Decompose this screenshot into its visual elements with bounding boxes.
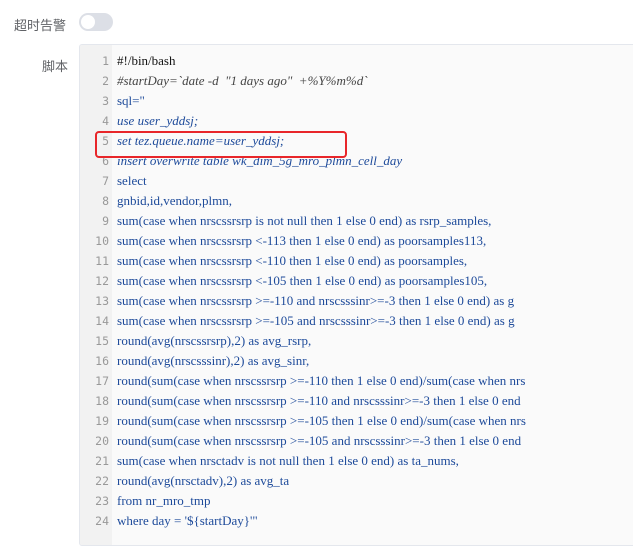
code-text: select — [117, 173, 147, 188]
line-number: 2 — [102, 74, 109, 88]
code-text: round(sum(case when nrscssrsrp >=-110 th… — [117, 373, 526, 388]
line-number: 6 — [102, 154, 109, 168]
code-text: #!/bin/bash — [117, 53, 176, 68]
line-number: 10 — [95, 234, 109, 248]
code-text: use user_yddsj; — [117, 113, 199, 128]
code-line: 21 sum(case when nrsctadv is not null the… — [80, 451, 633, 471]
alarm-label: 超时告警 — [14, 18, 67, 33]
code-text: sum(case when nrscssrsrp <-110 then 1 el… — [117, 253, 468, 268]
code-text: round(avg(nrscssrsrp),2) as avg_rsrp, — [117, 333, 312, 348]
code-text: where day = '${startDay}'" — [117, 513, 258, 528]
alarm-toggle[interactable] — [79, 13, 113, 31]
code-text: round(avg(nrscsssinr),2) as avg_sinr, — [117, 353, 310, 368]
code-line: 19 round(sum(case when nrscssrsrp >=-105 … — [80, 411, 633, 431]
line-number: 7 — [102, 174, 109, 188]
code-text: sum(case when nrsctadv is not null then … — [117, 453, 459, 468]
code-text: sql=" — [117, 93, 145, 108]
code-line: 14 sum(case when nrscssrsrp >=-105 and nr… — [80, 311, 633, 331]
line-number: 18 — [95, 394, 109, 408]
code-text: sum(case when nrscssrsrp <-113 then 1 el… — [117, 233, 487, 248]
code-line: 20 round(sum(case when nrscssrsrp >=-105 … — [80, 431, 633, 451]
line-number: 14 — [95, 314, 109, 328]
line-number: 24 — [95, 514, 109, 528]
toggle-knob — [81, 15, 95, 29]
line-number: 17 — [95, 374, 109, 388]
code-line: 16 round(avg(nrscsssinr),2) as avg_sinr, — [80, 351, 633, 371]
code-line: 17 round(sum(case when nrscssrsrp >=-110 … — [80, 371, 633, 391]
code-line: 8 gnbid,id,vendor,plmn, — [80, 191, 633, 211]
line-number: 21 — [95, 454, 109, 468]
code-text: round(avg(nrsctadv),2) as avg_ta — [117, 473, 290, 488]
code-text: set tez.queue.name=user_yddsj; — [117, 133, 285, 148]
line-number: 4 — [102, 114, 109, 128]
code-line: 11 sum(case when nrscssrsrp <-110 then 1 … — [80, 251, 633, 271]
code-line: 15 round(avg(nrscssrsrp),2) as avg_rsrp, — [80, 331, 633, 351]
code-text: from nr_mro_tmp — [117, 493, 211, 508]
code-line: 9 sum(case when nrscssrsrp is not null th… — [80, 211, 633, 231]
line-number: 13 — [95, 294, 109, 308]
line-number: 23 — [95, 494, 109, 508]
code-text: sum(case when nrscssrsrp >=-110 and nrsc… — [117, 293, 515, 308]
line-number: 11 — [95, 254, 109, 268]
script-editor[interactable]: 1 #!/bin/bash 2 #startDay=`date -d "1 days … — [79, 44, 633, 546]
code-line: 2 #startDay=`date -d "1 days ago" +%Y%m%d… — [80, 71, 633, 91]
code-line: 24 where day = '${startDay}'" — [80, 511, 633, 531]
code-area[interactable]: 1 #!/bin/bash 2 #startDay=`date -d "1 days … — [80, 51, 633, 531]
line-number: 15 — [95, 334, 109, 348]
code-line: 3 sql=" — [80, 91, 633, 111]
line-number: 19 — [95, 414, 109, 428]
code-text: sum(case when nrscssrsrp <-105 then 1 el… — [117, 273, 488, 288]
line-number: 3 — [102, 94, 109, 108]
code-line: 1 #!/bin/bash — [80, 51, 633, 71]
code-text: sum(case when nrscssrsrp is not null the… — [117, 213, 492, 228]
code-line: 5 set tez.queue.name=user_yddsj; — [80, 131, 633, 151]
code-line: 4 use user_yddsj; — [80, 111, 633, 131]
code-text: sum(case when nrscssrsrp >=-105 and nrsc… — [117, 313, 515, 328]
code-text: #startDay=`date -d "1 days ago" +%Y%m%d` — [117, 73, 368, 88]
line-number: 12 — [95, 274, 109, 288]
code-text: round(sum(case when nrscssrsrp >=-105 th… — [117, 413, 526, 428]
code-line: 10 sum(case when nrscssrsrp <-113 then 1 … — [80, 231, 633, 251]
line-number: 22 — [95, 474, 109, 488]
line-number: 20 — [95, 434, 109, 448]
code-line: 12 sum(case when nrscssrsrp <-105 then 1 … — [80, 271, 633, 291]
code-text: round(sum(case when nrscssrsrp >=-110 an… — [117, 393, 521, 408]
code-text: insert overwrite table wk_dim_5g_mro_plm… — [117, 153, 403, 168]
code-text: round(sum(case when nrscssrsrp >=-105 an… — [117, 433, 522, 448]
code-text: gnbid,id,vendor,plmn, — [117, 193, 233, 208]
code-line: 7 select — [80, 171, 633, 191]
script-label: 脚本 — [42, 59, 69, 74]
code-line: 6 insert overwrite table wk_dim_5g_mro_pl… — [80, 151, 633, 171]
code-line: 13 sum(case when nrscssrsrp >=-110 and nr… — [80, 291, 633, 311]
code-line: 23 from nr_mro_tmp — [80, 491, 633, 511]
line-number: 1 — [102, 54, 109, 68]
code-line: 22 round(avg(nrsctadv),2) as avg_ta — [80, 471, 633, 491]
code-line: 18 round(sum(case when nrscssrsrp >=-110 … — [80, 391, 633, 411]
line-number: 8 — [102, 194, 109, 208]
line-number: 16 — [95, 354, 109, 368]
line-number: 5 — [102, 134, 109, 148]
line-number: 9 — [102, 214, 109, 228]
